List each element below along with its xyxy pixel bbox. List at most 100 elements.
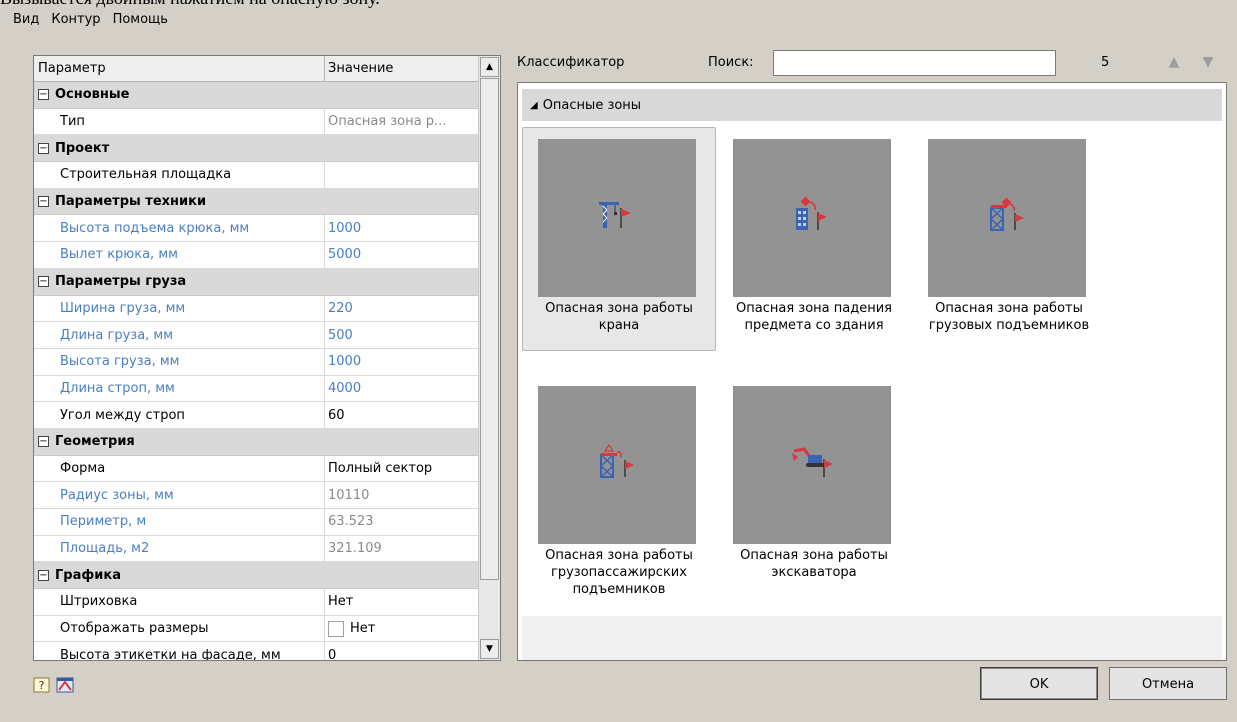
item-caption: Опасная зона работы грузовых подъемников — [928, 301, 1090, 333]
property-value[interactable]: Полный сектор — [325, 456, 478, 482]
property-value[interactable]: 1000 — [325, 215, 478, 241]
property-value[interactable]: Нет — [325, 589, 478, 615]
classifier-item[interactable]: Опасная зона работы экскаватора — [717, 374, 911, 598]
grid-property-row[interactable]: Штриховка Нет — [34, 589, 478, 616]
property-value[interactable]: 4000 — [325, 376, 478, 402]
grid-category-row[interactable]: − Проект — [34, 135, 478, 163]
property-name: Штриховка — [34, 589, 325, 615]
search-label: Поиск: — [708, 55, 754, 70]
grid-category-row[interactable]: − Параметры техники — [34, 188, 478, 216]
property-value[interactable]: 0 — [325, 642, 478, 661]
collapse-icon[interactable]: − — [38, 436, 49, 448]
classifier-item[interactable]: Опасная зона работы грузовых подъемников — [912, 127, 1106, 351]
property-name: Периметр, м — [34, 509, 325, 535]
passenger-lift-icon — [597, 443, 637, 487]
property-name: Форма — [34, 455, 325, 482]
property-value-text: 10110 — [328, 487, 370, 503]
property-value[interactable]: 220 — [325, 296, 478, 322]
property-name: Отображать размеры — [34, 615, 325, 642]
grid-property-row[interactable]: Вылет крюка, мм 5000 — [34, 242, 478, 269]
property-value-text: 63.523 — [328, 514, 374, 530]
menu-help[interactable]: Помощь — [108, 10, 173, 32]
grid-property-row[interactable]: Тип Опасная зона р... — [34, 108, 478, 136]
item-thumbnail — [538, 139, 696, 297]
grid-property-row[interactable]: Высота этикетки на фасаде, мм 0 — [34, 642, 478, 661]
excavator-icon — [790, 443, 834, 487]
property-name: Длина строп, мм — [34, 375, 325, 402]
grid-category-row[interactable]: − Графика — [34, 562, 478, 590]
grid-header: Параметр Значение — [34, 56, 478, 82]
collapse-icon[interactable]: − — [38, 196, 49, 208]
item-thumbnail — [928, 139, 1086, 297]
grid-property-row[interactable]: Высота подъема крюка, мм 1000 — [34, 215, 478, 243]
cargo-lift-icon — [987, 196, 1027, 240]
category-cell: − Основные — [34, 82, 478, 108]
property-value-text: 321.109 — [328, 541, 382, 557]
help-icon[interactable]: ? — [33, 676, 51, 694]
grid-property-row[interactable]: Строительная площадка — [34, 162, 478, 189]
property-value[interactable]: 5000 — [325, 242, 478, 268]
group-header[interactable]: ◢ Опасные зоны — [522, 89, 1222, 121]
property-value[interactable]: 1000 — [325, 349, 478, 375]
property-value-text: 60 — [328, 407, 345, 423]
grid-property-row[interactable]: Ширина груза, мм 220 — [34, 295, 478, 323]
grid-header-param[interactable]: Параметр — [34, 56, 325, 81]
property-value-text: 220 — [328, 300, 353, 316]
menu-contour[interactable]: Контур — [46, 10, 105, 32]
scroll-down-icon[interactable]: ▼ — [480, 639, 499, 659]
grid-property-row[interactable]: Форма Полный сектор — [34, 455, 478, 483]
grid-property-row[interactable]: Длина груза, мм 500 — [34, 322, 478, 349]
collapse-icon[interactable]: − — [38, 276, 49, 288]
search-input[interactable] — [773, 50, 1056, 76]
item-caption: Опасная зона работы грузопассажирских по… — [545, 548, 693, 597]
property-value[interactable]: Опасная зона р... — [325, 109, 478, 135]
grid-property-row[interactable]: Отображать размеры Нет — [34, 615, 478, 643]
grid-category-row[interactable]: − Параметры груза — [34, 268, 478, 296]
collapse-icon[interactable]: − — [38, 89, 49, 101]
scroll-up-icon[interactable]: ▲ — [480, 57, 499, 77]
classifier-panel: ◢ Опасные зоны Опасная зона работы крана… — [517, 82, 1227, 661]
property-value-text: 0 — [328, 647, 337, 661]
property-value[interactable]: 63.523 — [325, 509, 478, 535]
grid-property-row[interactable]: Радиус зоны, мм 10110 — [34, 482, 478, 509]
property-value-text: 5000 — [328, 247, 362, 263]
category-cell: − Графика — [34, 562, 478, 588]
property-value[interactable]: 10110 — [325, 482, 478, 508]
cancel-button[interactable]: Отмена — [1109, 667, 1227, 700]
item-thumbnail — [733, 386, 891, 544]
scroll-thumb[interactable] — [480, 78, 499, 580]
property-value[interactable]: 500 — [325, 322, 478, 348]
menu-view[interactable]: Вид — [8, 10, 44, 32]
collapse-icon[interactable]: − — [38, 569, 49, 581]
property-value-text: Нет — [350, 621, 376, 637]
category-label: Геометрия — [55, 434, 135, 450]
grid-category-row[interactable]: − Геометрия — [34, 428, 478, 456]
grid-header-value[interactable]: Значение — [325, 56, 478, 81]
checkbox[interactable] — [328, 620, 344, 637]
settings-map-icon[interactable] — [56, 676, 74, 694]
arrow-up-icon[interactable]: ▲ — [1164, 52, 1184, 72]
svg-text:?: ? — [39, 679, 45, 692]
property-value[interactable]: 321.109 — [325, 536, 478, 562]
property-value[interactable]: Нет — [325, 616, 478, 642]
arrow-down-icon[interactable]: ▼ — [1198, 52, 1218, 72]
grid-property-row[interactable]: Периметр, м 63.523 — [34, 509, 478, 536]
building-fall-icon — [792, 196, 832, 240]
grid-property-row[interactable]: Угол между строп 60 — [34, 402, 478, 429]
grid-property-row[interactable]: Высота груза, мм 1000 — [34, 348, 478, 376]
grid-property-row[interactable]: Длина строп, мм 4000 — [34, 375, 478, 403]
ok-button[interactable]: OK — [980, 667, 1098, 700]
property-value-text: Опасная зона р... — [328, 114, 447, 130]
property-value[interactable] — [325, 162, 478, 188]
classifier-item[interactable]: Опасная зона работы грузопассажирских по… — [522, 374, 716, 598]
collapse-icon[interactable]: − — [38, 142, 49, 154]
grid-category-row[interactable]: − Основные — [34, 82, 478, 109]
property-value-text: 1000 — [328, 354, 362, 370]
collapse-triangle-icon[interactable]: ◢ — [530, 100, 538, 111]
classifier-item[interactable]: Опасная зона работы крана — [522, 127, 716, 351]
grid-property-row[interactable]: Площадь, м2 321.109 — [34, 535, 478, 563]
grid-scrollbar[interactable]: ▲ ▼ — [478, 56, 500, 660]
classifier-item[interactable]: Опасная зона падения предмета со здания — [717, 127, 911, 351]
property-value-text: Полный сектор — [328, 460, 433, 476]
property-value[interactable]: 60 — [325, 402, 478, 428]
